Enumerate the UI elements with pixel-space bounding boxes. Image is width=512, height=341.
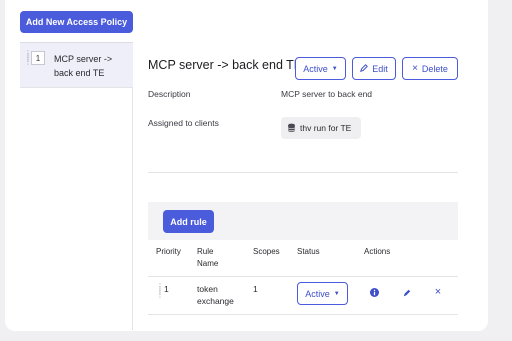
rule-status-dropdown[interactable]: Active ▼ xyxy=(297,282,348,305)
rule-delete-button[interactable]: × xyxy=(433,286,443,298)
pencil-icon xyxy=(360,63,369,74)
column-header-priority: Priority xyxy=(156,247,181,256)
pencil-icon xyxy=(403,284,411,302)
rules-section: Add rule Priority Rule Name Scopes Statu… xyxy=(148,202,458,315)
row-divider xyxy=(148,314,458,315)
policy-number: 1 xyxy=(31,51,45,65)
close-icon: × xyxy=(412,62,418,74)
client-chip-label: thv run for TE xyxy=(300,123,352,133)
sidebar-item-label: MCP server -> back end TE xyxy=(54,54,113,78)
description-value: MCP server to back end xyxy=(281,89,373,99)
rule-info-button[interactable] xyxy=(369,288,379,298)
chevron-down-icon: ▼ xyxy=(331,65,338,72)
column-header-scopes: Scopes xyxy=(253,247,280,256)
rule-priority: 1 xyxy=(164,284,169,294)
close-icon: × xyxy=(434,286,442,298)
section-divider xyxy=(148,172,458,173)
column-header-actions: Actions xyxy=(364,247,391,256)
drag-handle-icon[interactable]: ⋮ ⋮ ⋮ xyxy=(156,283,164,299)
rule-scopes: 1 xyxy=(253,284,258,294)
status-label: Active xyxy=(303,63,328,74)
add-access-policy-button[interactable]: Add New Access Policy xyxy=(20,11,133,33)
policy-sidebar: ⋮ ⋮ ⋮ 1 MCP server -> back end TE xyxy=(20,42,133,330)
client-chip[interactable]: thv run for TE xyxy=(281,117,361,139)
policy-status-dropdown[interactable]: Active ▼ xyxy=(295,57,346,80)
drag-handle-icon[interactable]: ⋮ ⋮ ⋮ xyxy=(24,50,32,66)
description-label: Description xyxy=(148,89,191,99)
add-rule-button[interactable]: Add rule xyxy=(163,210,214,233)
rule-edit-button[interactable] xyxy=(402,288,412,298)
column-header-rule-name: Rule Name xyxy=(197,247,219,268)
database-icon xyxy=(287,123,296,133)
chevron-down-icon: ▼ xyxy=(333,290,340,297)
delete-label: Delete xyxy=(421,63,448,74)
column-header-status: Status xyxy=(297,247,320,256)
info-icon xyxy=(369,284,379,302)
policy-title: MCP server -> back end TE xyxy=(148,58,303,72)
rule-name: token exchange xyxy=(197,284,234,306)
edit-label: Edit xyxy=(372,63,388,74)
header-divider xyxy=(148,276,458,277)
clients-label: Assigned to clients xyxy=(148,118,219,128)
edit-button[interactable]: Edit xyxy=(352,57,396,80)
sidebar-item-policy[interactable]: ⋮ ⋮ ⋮ 1 MCP server -> back end TE xyxy=(20,42,133,88)
status-label: Active xyxy=(305,288,330,299)
delete-button[interactable]: × Delete xyxy=(402,57,458,80)
